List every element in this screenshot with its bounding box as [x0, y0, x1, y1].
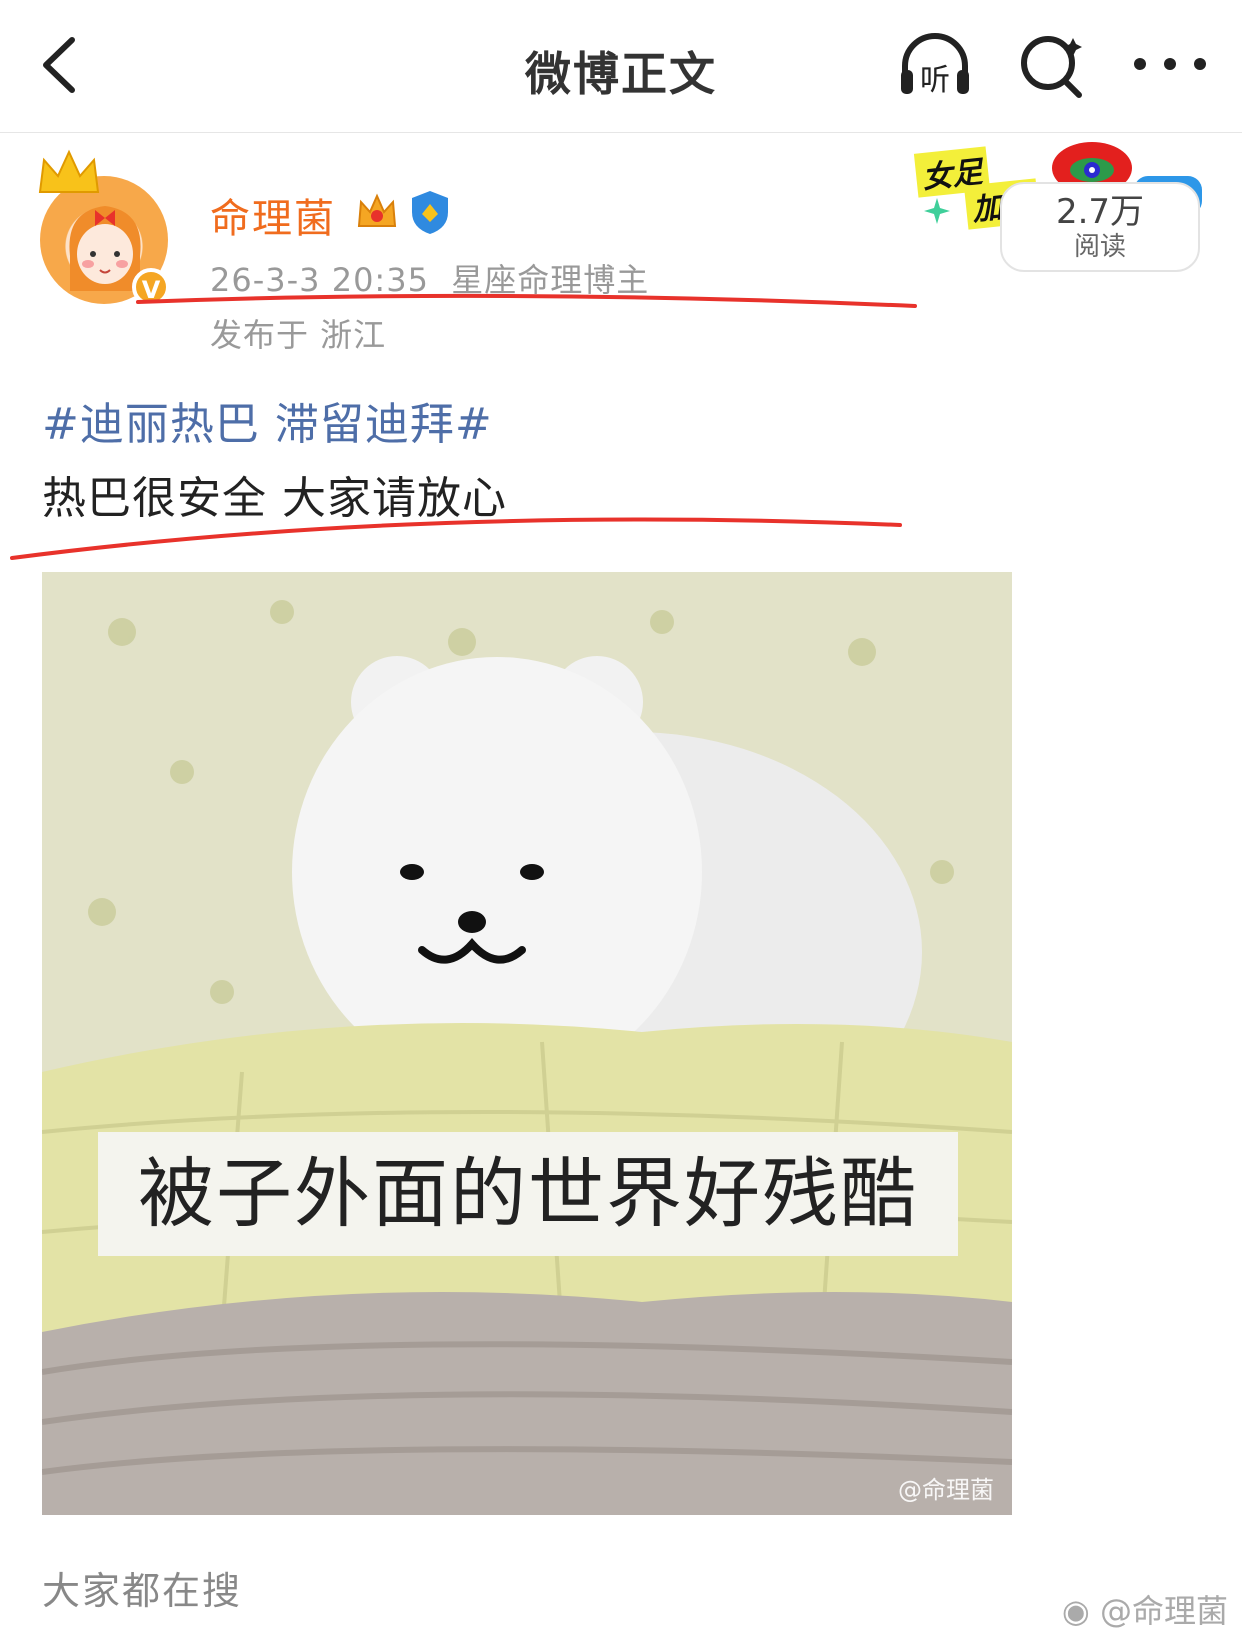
post-body-text: 热巴很安全 大家请放心 [42, 473, 507, 524]
post-meta-line: 26-3-3 20:35 星座命理博主 [210, 255, 649, 301]
author-name[interactable]: 命理菌 [210, 186, 336, 244]
top-nav-bar: 微博正文 听 [0, 0, 1242, 133]
listen-label: 听 [920, 63, 950, 98]
weibo-logo-icon: ◉ [1061, 1592, 1090, 1630]
read-label: 阅读 [1073, 232, 1126, 262]
corner-watermark: ◉ @命理菌 [1062, 1586, 1228, 1632]
verified-v-badge: V [132, 268, 170, 306]
trending-search-heading: 大家都在搜 [42, 1569, 243, 1613]
post-timestamp: 26-3-3 20:35 [210, 261, 429, 299]
image-caption: 被子外面的世界好残酷 [98, 1132, 958, 1256]
post-image[interactable]: 被子外面的世界好残酷 @命理菌 [42, 572, 1012, 1515]
sparkle-icon [924, 198, 950, 224]
verified-shield-badge-icon[interactable] [408, 188, 452, 236]
read-count: 2.7万 [1055, 192, 1145, 232]
member-crown-badge-icon[interactable] [355, 190, 399, 234]
post-location: 发布于 浙江 [210, 316, 387, 354]
listen-headphones-icon[interactable]: 听 [895, 30, 975, 100]
corner-watermark-text: @命理菌 [1099, 1592, 1228, 1630]
search-icon[interactable] [1015, 28, 1089, 102]
more-options-icon[interactable] [1125, 34, 1215, 94]
author-role: 星座命理博主 [451, 261, 650, 299]
read-count-pill: 2.7万 阅读 [1000, 182, 1200, 272]
topic-hashtag-link[interactable]: #迪丽热巴 滞留迪拜# [42, 388, 493, 452]
author-avatar[interactable]: V [38, 149, 170, 306]
crown-decoration-icon [38, 149, 100, 193]
image-watermark: @命理菌 [898, 1476, 994, 1504]
bear-under-blanket-illustration [42, 572, 1012, 1515]
